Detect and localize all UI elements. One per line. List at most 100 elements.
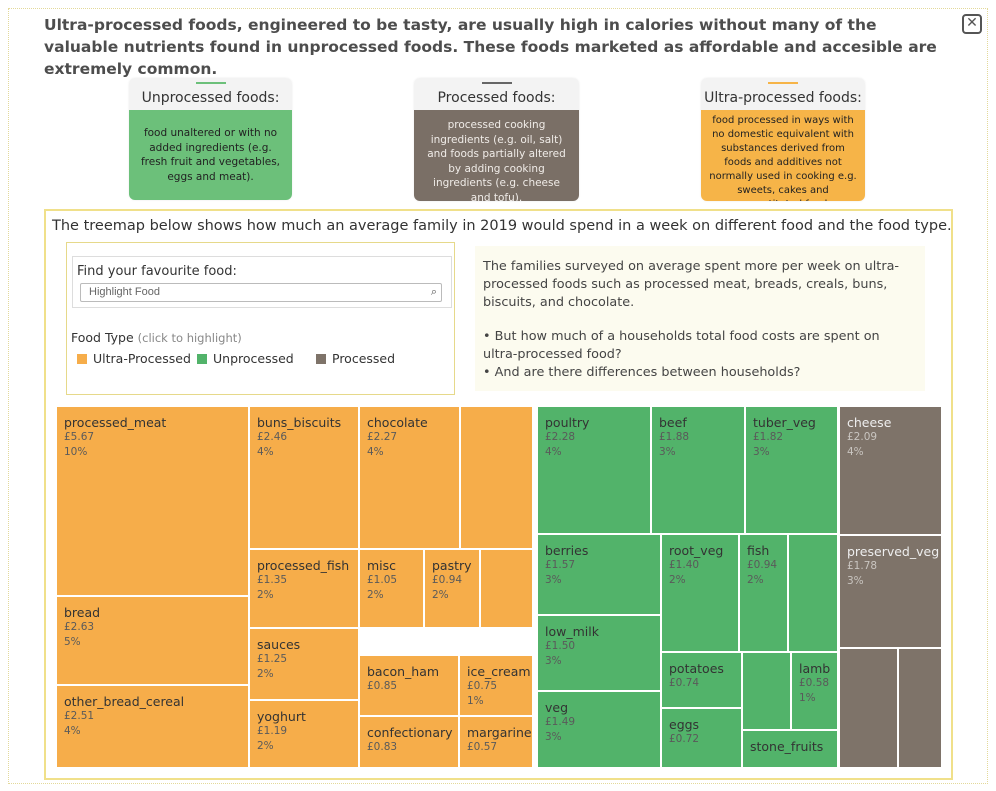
tile-label: poultry <box>545 415 590 430</box>
treemap-tile-processed-fish[interactable]: processed_fish £1.35 2% <box>249 549 359 628</box>
tile-price: £0.94 <box>432 574 463 586</box>
tile-percent: 3% <box>545 655 562 667</box>
tile-label: processed_fish <box>257 558 350 573</box>
tile-label: berries <box>545 543 589 558</box>
card-title: Processed foods: <box>437 90 556 106</box>
tile-price: £0.72 <box>669 733 700 745</box>
tile-price: £0.57 <box>467 741 498 753</box>
legend-item-ultra-processed[interactable]: Ultra-Processed <box>77 351 191 366</box>
treemap-tile-processed-meat[interactable]: processed_meat £5.67 10% <box>56 406 249 596</box>
search-input[interactable]: Highlight Food ⌕ <box>80 283 442 302</box>
treemap-tile-other-bread-cereal[interactable]: other_bread_cereal £2.51 4% <box>56 685 249 768</box>
tile-label: preserved_veg <box>847 544 940 559</box>
tile-label: sauces <box>257 637 301 652</box>
legend-item-processed[interactable]: Processed <box>316 351 395 366</box>
tile-percent: 2% <box>747 574 764 586</box>
tile-price: £2.28 <box>545 431 576 443</box>
tile-label: cheese <box>847 415 892 430</box>
tile-label: eggs <box>669 717 700 732</box>
tile-percent: 2% <box>257 589 274 601</box>
treemap-tile-bread[interactable]: bread £2.63 5% <box>56 596 249 685</box>
tile-price: £2.51 <box>64 710 95 722</box>
tile-label: ice_cream <box>467 664 531 679</box>
tile-label: bacon_ham <box>367 664 440 679</box>
tile-price: £2.27 <box>367 431 398 443</box>
treemap-tile-sauces[interactable]: sauces £1.25 2% <box>249 628 359 700</box>
tile-price: £1.25 <box>257 653 288 665</box>
treemap-tile-potatoes[interactable]: potatoes £0.74 <box>661 652 742 708</box>
treemap-tile[interactable] <box>460 406 533 549</box>
tile-percent: 3% <box>545 574 562 586</box>
legend-item-unprocessed[interactable]: Unprocessed <box>197 351 294 366</box>
treemap-tile-fish[interactable]: fish £0.94 2% <box>739 534 788 652</box>
tile-price: £1.19 <box>257 725 288 737</box>
treemap-tile-confectionary[interactable]: confectionary £0.83 <box>359 716 459 768</box>
tile-percent: 3% <box>847 575 864 587</box>
tile-price: £1.35 <box>257 574 288 586</box>
treemap-tile-tuber-veg[interactable]: tuber_veg £1.82 3% <box>745 406 838 534</box>
tile-percent: 4% <box>64 725 81 737</box>
treemap-tile[interactable] <box>898 648 942 768</box>
treemap-tile-eggs[interactable]: eggs £0.72 <box>661 708 742 768</box>
accent-line <box>768 82 798 84</box>
treemap-tile-lamb[interactable]: lamb £0.58 1% <box>791 652 838 730</box>
treemap-tile-preserved-veg[interactable]: preserved_veg £1.78 3% <box>839 535 942 648</box>
treemap-tile-beef[interactable]: beef £1.88 3% <box>651 406 745 534</box>
treemap-tile-buns-biscuits[interactable]: buns_biscuits £2.46 4% <box>249 406 359 549</box>
treemap-tile-poultry[interactable]: poultry £2.28 4% <box>537 406 651 534</box>
card-title: Ultra-processed foods: <box>704 90 862 106</box>
close-icon[interactable]: ✕ <box>962 14 982 34</box>
card-body: food unaltered or with no added ingredie… <box>129 110 292 200</box>
tile-label: stone_fruits <box>750 739 824 754</box>
tile-label: tuber_veg <box>753 415 816 430</box>
tile-price: £2.46 <box>257 431 288 443</box>
accent-line <box>481 82 512 84</box>
treemap-tile[interactable] <box>839 648 898 768</box>
treemap-tile-root-veg[interactable]: root_veg £1.40 2% <box>661 534 739 652</box>
tile-percent: 3% <box>753 446 770 458</box>
tile-price: £1.50 <box>545 640 576 652</box>
card-title: Unprocessed foods: <box>141 90 280 106</box>
tile-label: fish <box>747 543 770 558</box>
treemap-tile[interactable] <box>480 549 533 628</box>
tile-percent: 3% <box>659 446 676 458</box>
food-type-hint: (click to highlight) <box>137 331 242 345</box>
tile-price: £5.67 <box>64 431 95 443</box>
search-icon[interactable]: ⌕ <box>431 284 437 301</box>
treemap-tile-cheese[interactable]: cheese £2.09 4% <box>839 406 942 535</box>
tile-label: low_milk <box>545 624 599 639</box>
treemap-tile-chocolate[interactable]: chocolate £2.27 4% <box>359 406 460 549</box>
treemap-tile-stone-fruits[interactable]: stone_fruits <box>742 730 838 768</box>
tile-label: yoghurt <box>257 709 306 724</box>
treemap-tile-margarine[interactable]: margarine £0.57 <box>459 716 533 768</box>
tile-price: £0.75 <box>467 680 498 692</box>
treemap-tile-yoghurt[interactable]: yoghurt £1.19 2% <box>249 700 359 768</box>
treemap-tile-misc[interactable]: misc £1.05 2% <box>359 549 424 628</box>
legend-label: Ultra-Processed <box>93 351 191 366</box>
treemap-tile-berries[interactable]: berries £1.57 3% <box>537 534 661 615</box>
tile-label: chocolate <box>367 415 428 430</box>
tile-price: £1.88 <box>659 431 690 443</box>
treemap-tile[interactable] <box>788 534 838 652</box>
tile-label: margarine <box>467 725 532 740</box>
tile-label: root_veg <box>669 543 724 558</box>
treemap-tile[interactable] <box>742 652 791 730</box>
tile-label: pastry <box>432 558 472 573</box>
tile-percent: 4% <box>847 446 864 458</box>
treemap-tile-pastry[interactable]: pastry £0.94 2% <box>424 549 480 628</box>
tile-price: £1.57 <box>545 559 576 571</box>
treemap-tile-bacon-ham[interactable]: bacon_ham £0.85 <box>359 655 459 716</box>
tile-label: lamb <box>799 661 831 676</box>
treemap-tile-low-milk[interactable]: low_milk £1.50 3% <box>537 615 661 691</box>
legend-swatch <box>197 354 207 364</box>
tile-price: £1.82 <box>753 431 784 443</box>
note-paragraph: The families surveyed on average spent m… <box>483 259 900 310</box>
treemap-tile-veg[interactable]: veg £1.49 3% <box>537 691 661 768</box>
tile-label: other_bread_cereal <box>64 694 185 709</box>
tile-price: £0.85 <box>367 680 398 692</box>
tile-price: £2.63 <box>64 621 95 633</box>
tile-price: £1.78 <box>847 560 878 572</box>
treemap-tile-ice-cream[interactable]: ice_cream £0.75 1% <box>459 655 533 716</box>
tile-label: misc <box>367 558 397 573</box>
tile-label: bread <box>64 605 101 620</box>
